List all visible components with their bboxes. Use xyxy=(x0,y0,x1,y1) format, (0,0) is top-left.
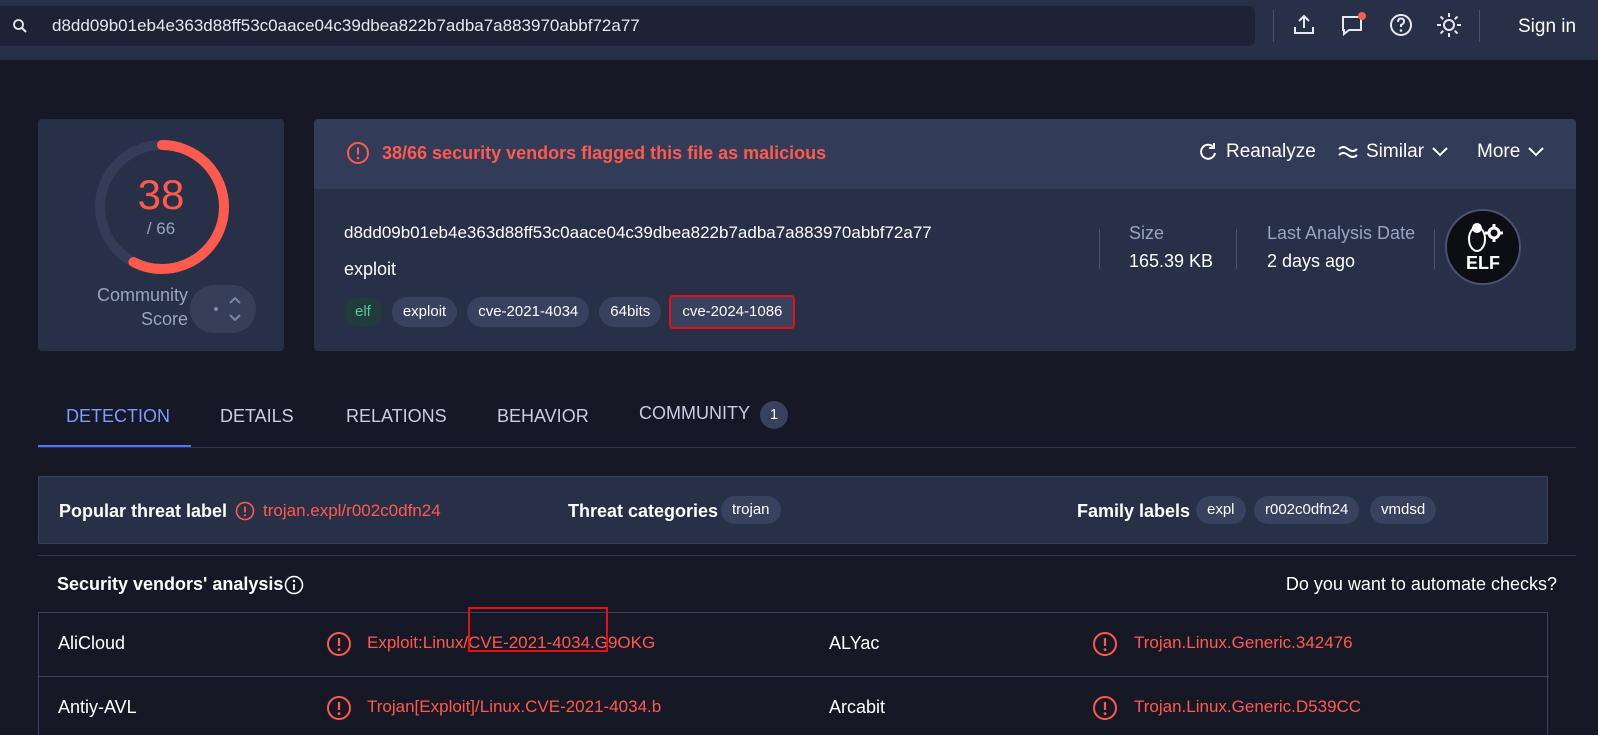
reanalyze-button[interactable]: Reanalyze xyxy=(1198,141,1316,163)
tag-cve-2021-4034[interactable]: cve-2021-4034 xyxy=(467,297,590,327)
warning-icon xyxy=(327,696,351,720)
meta-divider xyxy=(1434,229,1435,269)
detection-count: 38 xyxy=(137,171,185,218)
size-value: 165.39 KB xyxy=(1129,251,1214,271)
vendor-result: Exploit:Linux/CVE-2021-4034.G9OKG xyxy=(367,633,656,652)
tag-cve-2024-1086[interactable]: cve-2024-1086 xyxy=(669,295,796,329)
table-row: AliCloud Exploit:Linux/CVE-2021-4034.G9O… xyxy=(39,613,1549,676)
size-label: Size xyxy=(1129,223,1165,243)
vendor-name: Arcabit xyxy=(829,697,886,717)
search-bar xyxy=(0,6,1255,46)
refresh-icon xyxy=(1200,143,1216,160)
file-type-label: exploit xyxy=(344,259,397,279)
vendors-title: Security vendors' analysis xyxy=(57,574,284,594)
score-dot-icon xyxy=(214,307,218,311)
threat-labels-panel: Popular threat label trojan.expl/r002c0d… xyxy=(38,476,1548,544)
warning-icon xyxy=(327,632,351,656)
threat-categories-title: Threat categories xyxy=(568,501,719,521)
theme-icon[interactable] xyxy=(1436,12,1462,38)
chevron-down-icon xyxy=(1528,147,1545,157)
topbar-divider xyxy=(1479,10,1480,42)
family-chip-vmdsd[interactable]: vmdsd xyxy=(1370,496,1437,524)
upload-icon[interactable] xyxy=(1291,12,1317,38)
tab-behavior[interactable]: BEHAVIOR xyxy=(497,406,589,427)
tab-details[interactable]: DETAILS xyxy=(220,406,294,427)
community-count-badge: 1 xyxy=(760,401,788,429)
popular-threat-label-title: Popular threat label xyxy=(59,501,228,521)
vendor-name: ALYac xyxy=(829,633,880,653)
meta-divider xyxy=(1099,229,1100,269)
last-analysis-label: Last Analysis Date xyxy=(1267,223,1416,243)
warning-icon xyxy=(1093,632,1117,656)
top-bar: Sign in xyxy=(0,0,1598,60)
tab-detection[interactable]: DETECTION xyxy=(66,406,170,427)
malicious-banner: 38/66 security vendors flagged this file… xyxy=(314,119,1576,189)
family-chip-expl[interactable]: expl xyxy=(1196,496,1246,524)
family-chip-r002c0dfn24[interactable]: r002c0dfn24 xyxy=(1254,496,1360,524)
warning-icon xyxy=(1093,696,1117,720)
popular-threat-label-value[interactable]: trojan.expl/r002c0dfn24 xyxy=(263,501,441,521)
tag-exploit[interactable]: exploit xyxy=(391,297,458,327)
family-labels-title: Family labels xyxy=(1077,501,1191,521)
vendor-result: Trojan.Linux.Generic.D539CC xyxy=(1134,697,1362,716)
similar-dropdown[interactable]: Similar xyxy=(1338,141,1448,163)
elf-file-badge: ELF xyxy=(1445,209,1521,285)
topbar-divider xyxy=(1273,10,1274,42)
info-icon[interactable] xyxy=(284,575,304,595)
category-chip-trojan[interactable]: trojan xyxy=(721,496,781,524)
last-analysis-value: 2 days ago xyxy=(1267,251,1356,271)
chevron-down-icon xyxy=(1432,147,1448,157)
chat-icon[interactable] xyxy=(1340,12,1366,38)
help-icon[interactable] xyxy=(1388,12,1414,38)
search-input[interactable] xyxy=(52,6,1232,46)
automate-checks-link[interactable]: Do you want to automate checks? xyxy=(1286,574,1557,595)
vendor-result: Trojan[Exploit]/Linux.CVE-2021-4034.b xyxy=(367,697,662,716)
search-icon[interactable] xyxy=(12,18,28,34)
file-hash: d8dd09b01eb4e363d88ff53c0aace04c39dbea82… xyxy=(344,223,932,242)
vendor-name: Antiy-AVL xyxy=(58,697,137,717)
tab-community[interactable]: COMMUNITY 1 xyxy=(639,401,788,429)
community-vote-control[interactable] xyxy=(190,285,256,333)
file-summary-card: 38/66 security vendors flagged this file… xyxy=(314,119,1576,351)
vote-arrows-icon[interactable] xyxy=(228,294,242,324)
community-score-label: Community Score xyxy=(96,285,188,329)
similar-icon xyxy=(1338,146,1358,158)
sign-in-link[interactable]: Sign in xyxy=(1518,16,1576,38)
tabs-divider xyxy=(38,447,1576,448)
table-row: Antiy-AVL Trojan[Exploit]/Linux.CVE-2021… xyxy=(39,676,1549,735)
detection-score-card: 38 / 66 Community Score xyxy=(38,119,284,351)
malicious-warning-text: 38/66 security vendors flagged this file… xyxy=(382,143,827,163)
elf-label: ELF xyxy=(1466,253,1500,273)
tag-elf[interactable]: elf xyxy=(344,297,382,327)
vendor-result: Trojan.Linux.Generic.342476 xyxy=(1134,633,1353,652)
vendor-name: AliCloud xyxy=(58,633,126,653)
vendors-table: AliCloud Exploit:Linux/CVE-2021-4034.G9O… xyxy=(38,607,1549,735)
linux-gear-icon xyxy=(1468,223,1503,252)
vendors-header: Security vendors' analysis Do you want t… xyxy=(38,555,1576,612)
meta-divider xyxy=(1236,229,1237,269)
more-dropdown[interactable]: More xyxy=(1477,141,1545,163)
file-tags: elf exploit cve-2021-4034 64bits cve-202… xyxy=(344,295,796,329)
warning-icon xyxy=(235,501,255,521)
tag-64bits[interactable]: 64bits xyxy=(599,297,662,327)
tab-relations[interactable]: RELATIONS xyxy=(346,406,447,427)
detection-total: / 66 xyxy=(146,219,176,238)
warning-icon xyxy=(347,142,369,164)
